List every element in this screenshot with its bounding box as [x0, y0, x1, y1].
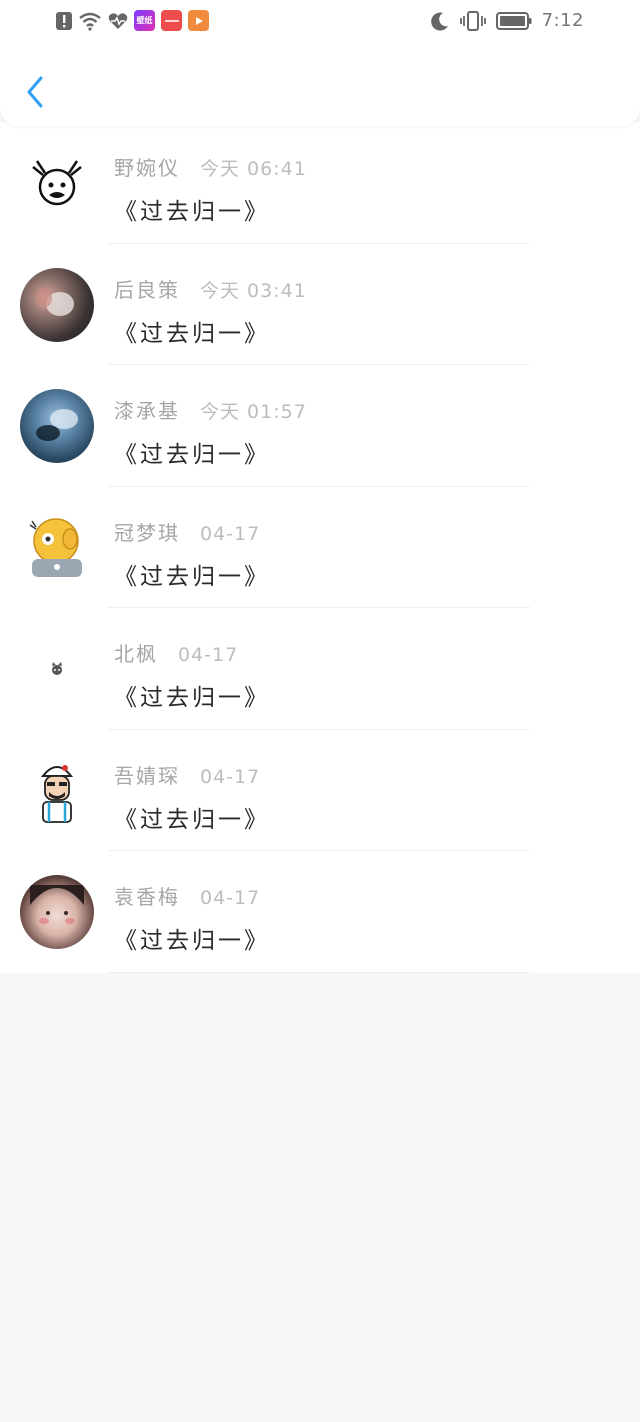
divider — [108, 971, 530, 973]
message-time: 今天 03:41 — [200, 279, 307, 302]
message-preview: 《过去归一》 — [114, 806, 270, 833]
message-preview: 《过去归一》 — [114, 320, 270, 347]
avatar[interactable] — [20, 146, 94, 220]
vibrate-icon — [459, 10, 486, 31]
battery-icon — [495, 11, 532, 31]
wifi-icon — [78, 11, 102, 31]
message-time: 04-17 — [200, 765, 261, 788]
message-time: 04-17 — [200, 522, 261, 545]
message-meta: 冠梦琪 04-17 — [114, 517, 260, 546]
list-item[interactable]: 吾婧琛 04-17 《过去归一》 — [0, 730, 640, 851]
sender-name: 袁香梅 — [114, 885, 180, 909]
avatar[interactable] — [20, 389, 94, 463]
moon-icon — [430, 11, 450, 31]
avatar[interactable] — [20, 632, 94, 706]
message-meta: 北枫 04-17 — [114, 638, 238, 667]
sender-name: 野婉仪 — [114, 156, 180, 180]
sender-name: 吾婧琛 — [114, 763, 180, 788]
clock-time: 7:12 — [541, 10, 584, 31]
message-list: 野婉仪 今天 06:41 《过去归一》 后良策 今天 03:41 《过去归一》 … — [0, 122, 640, 973]
message-preview: 《过去归一》 — [114, 928, 270, 954]
message-time: 今天 06:41 — [200, 158, 307, 180]
back-button[interactable] — [18, 72, 52, 112]
message-meta: 漆承基 今天 01:57 — [114, 395, 307, 424]
avatar[interactable] — [20, 753, 94, 828]
top-header-card: 壁纸 7:12 — [0, 0, 640, 126]
sender-name: 北枫 — [114, 642, 158, 666]
list-item[interactable]: 北枫 04-17 《过去归一》 — [0, 608, 640, 730]
alert-icon — [56, 11, 72, 31]
sender-name: 后良策 — [114, 277, 180, 302]
status-bar-left: 壁纸 — [56, 10, 209, 31]
message-meta: 吾婧琛 04-17 — [114, 760, 260, 789]
message-meta: 袁香梅 04-17 — [114, 881, 260, 910]
message-preview: 《过去归一》 — [114, 685, 270, 711]
list-item[interactable]: 袁香梅 04-17 《过去归一》 — [0, 851, 640, 973]
sender-name: 冠梦琪 — [114, 520, 180, 545]
chevron-left-icon — [27, 76, 43, 108]
red-app-icon — [161, 10, 182, 31]
message-time: 04-17 — [200, 887, 261, 909]
health-icon — [108, 12, 128, 30]
list-item[interactable]: 野婉仪 今天 06:41 《过去归一》 — [0, 122, 640, 244]
list-item[interactable]: 漆承基 今天 01:57 《过去归一》 — [0, 365, 640, 487]
wallpaper-app-icon: 壁纸 — [134, 10, 155, 31]
video-app-icon — [188, 10, 209, 31]
status-bar-right: 7:12 — [430, 10, 584, 31]
list-item[interactable]: 冠梦琪 04-17 《过去归一》 — [0, 487, 640, 608]
message-time: 04-17 — [178, 644, 239, 666]
sender-name: 漆承基 — [114, 399, 180, 423]
message-preview: 《过去归一》 — [114, 199, 270, 225]
avatar[interactable] — [20, 875, 94, 949]
message-preview: 《过去归一》 — [114, 563, 270, 590]
avatar[interactable] — [20, 267, 94, 342]
message-meta: 野婉仪 今天 06:41 — [114, 152, 307, 181]
message-preview: 《过去归一》 — [114, 442, 270, 468]
message-time: 今天 01:57 — [200, 401, 307, 423]
list-item[interactable]: 后良策 今天 03:41 《过去归一》 — [0, 244, 640, 365]
status-bar: 壁纸 7:12 — [0, 0, 640, 44]
avatar[interactable] — [20, 510, 94, 585]
message-meta: 后良策 今天 03:41 — [114, 274, 307, 303]
